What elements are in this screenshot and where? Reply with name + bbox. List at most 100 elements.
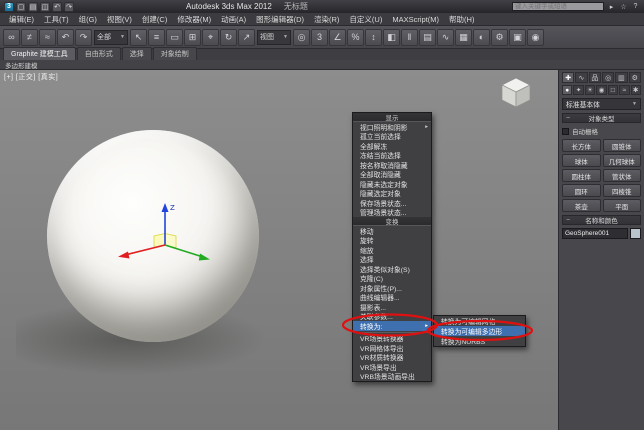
spinner-snap-icon[interactable]: ↕	[365, 29, 382, 46]
tab-selection[interactable]: 选择	[122, 47, 152, 60]
render-setup-icon[interactable]: ⚙	[491, 29, 508, 46]
redo-icon[interactable]: ↷	[64, 2, 74, 12]
mirror-icon[interactable]: ◧	[383, 29, 400, 46]
tab-modify[interactable]: ∿	[575, 72, 587, 83]
menu-item-vray-scene-export[interactable]: VR场景导出	[353, 362, 431, 372]
rendered-frame-icon[interactable]: ▣	[509, 29, 526, 46]
menu-graph-editors[interactable]: 图形编辑器(D)	[251, 14, 309, 25]
cylinder-button[interactable]: 圆柱体	[562, 169, 601, 182]
tab-display[interactable]: ▥	[615, 72, 627, 83]
menu-item-scale[interactable]: 缩放	[353, 245, 431, 255]
dope-sheet-icon[interactable]: ▦	[455, 29, 472, 46]
menu-item-convert-editable-poly[interactable]: 转换为可编辑多边形	[434, 326, 525, 336]
subtab-space-warps[interactable]: ≈	[619, 85, 629, 95]
menu-item-unfreeze-all[interactable]: 全部解冻	[353, 141, 431, 151]
subtab-shapes[interactable]: ✦	[573, 85, 583, 95]
window-crossing-icon[interactable]: ⊞	[184, 29, 201, 46]
torus-button[interactable]: 圆环	[562, 184, 601, 197]
viewport[interactable]: [+] [正交] [真实] Z	[0, 70, 558, 430]
plane-button[interactable]: 平面	[603, 199, 642, 212]
menu-group[interactable]: 组(G)	[74, 14, 102, 25]
menu-maxscript[interactable]: MAXScript(M)	[387, 15, 444, 24]
material-editor-icon[interactable]: ◐	[473, 29, 490, 46]
use-center-icon[interactable]: ◎	[293, 29, 310, 46]
viewcube[interactable]	[498, 74, 534, 110]
menu-create[interactable]: 创建(C)	[137, 14, 172, 25]
transform-gizmo[interactable]: Z	[95, 200, 235, 285]
tab-graphite-modeling[interactable]: Graphite 建模工具	[3, 47, 76, 60]
tube-button[interactable]: 管状体	[603, 169, 642, 182]
object-name-field[interactable]: GeoSphere001	[562, 228, 628, 239]
box-button[interactable]: 长方体	[562, 139, 601, 152]
menu-item-unhide-all[interactable]: 全部取消隐藏	[353, 170, 431, 180]
menu-item-viewport-lighting[interactable]: 视口照明和阴影 ▸	[353, 122, 431, 132]
category-dropdown[interactable]: 标准基本体 ▼	[562, 98, 641, 110]
select-link-icon[interactable]: ∞	[3, 29, 20, 46]
menu-edit[interactable]: 编辑(E)	[4, 14, 39, 25]
selection-region-icon[interactable]: ▭	[166, 29, 183, 46]
tab-create[interactable]: ✚	[562, 72, 574, 83]
menu-item-hide-unselected[interactable]: 隐藏未选定对象	[353, 179, 431, 189]
menu-item-curve-editor[interactable]: 曲线编辑器...	[353, 293, 431, 303]
geosphere-button[interactable]: 几何球体	[603, 154, 642, 167]
selection-filter-dropdown[interactable]: 全部 ▼	[94, 30, 128, 45]
object-type-rollout-header[interactable]: − 对象类型	[562, 113, 641, 123]
polygon-modeling-panel-label[interactable]: 多边形建模	[5, 60, 38, 70]
unlink-icon[interactable]: ≠	[21, 29, 38, 46]
menu-rendering[interactable]: 渲染(R)	[309, 14, 344, 25]
search-input[interactable]	[512, 2, 604, 11]
app-logo[interactable]: 3	[4, 2, 14, 12]
select-by-name-icon[interactable]: ≡	[148, 29, 165, 46]
menu-item-vray-material-converter[interactable]: VR材质转换器	[353, 353, 431, 363]
menu-item-vray-scene-converter[interactable]: VR场景转换器	[353, 334, 431, 344]
menu-item-wire-parameters[interactable]: 关联参数...	[353, 312, 431, 322]
bind-spacewarp-icon[interactable]: ≈	[39, 29, 56, 46]
undo-icon[interactable]: ↶	[57, 29, 74, 46]
menu-item-vray-scene-anim-export[interactable]: VRB场景动画导出	[353, 372, 431, 382]
menu-help[interactable]: 帮助(H)	[444, 14, 479, 25]
menu-item-isolate-selection[interactable]: 孤立当前选择	[353, 132, 431, 142]
select-scale-icon[interactable]: ↗	[238, 29, 255, 46]
menu-tools[interactable]: 工具(T)	[39, 14, 74, 25]
curve-editor-icon[interactable]: ∿	[437, 29, 454, 46]
menu-item-move[interactable]: 移动	[353, 226, 431, 236]
menu-animation[interactable]: 动画(A)	[216, 14, 251, 25]
open-file-icon[interactable]: ▤	[28, 2, 38, 12]
star-icon[interactable]: ☆	[619, 3, 628, 11]
menu-item-save-scene-state[interactable]: 保存场景状态...	[353, 198, 431, 208]
subtab-helpers[interactable]: □	[608, 85, 618, 95]
menu-item-clone[interactable]: 克隆(C)	[353, 274, 431, 284]
new-file-icon[interactable]: ▢	[16, 2, 26, 12]
menu-item-hide-selection[interactable]: 隐藏选定对象	[353, 189, 431, 199]
tab-hierarchy[interactable]: 品	[589, 72, 601, 83]
menu-modifiers[interactable]: 修改器(M)	[172, 14, 216, 25]
menu-item-select-similar[interactable]: 选择类似对象(S)	[353, 264, 431, 274]
subtab-lights[interactable]: ☀	[585, 85, 595, 95]
cone-button[interactable]: 圆锥体	[603, 139, 642, 152]
tab-motion[interactable]: ◎	[602, 72, 614, 83]
menu-item-select[interactable]: 选择	[353, 255, 431, 265]
layer-manager-icon[interactable]: ▤	[419, 29, 436, 46]
name-color-rollout-header[interactable]: − 名称和颜色	[562, 215, 641, 225]
tab-utilities[interactable]: ⚙	[629, 72, 641, 83]
search-go-icon[interactable]: ▸	[607, 3, 616, 11]
align-icon[interactable]: ‖	[401, 29, 418, 46]
quad-header-display[interactable]: 显示	[353, 113, 431, 122]
subtab-cameras[interactable]: ◉	[596, 85, 606, 95]
teapot-button[interactable]: 茶壶	[562, 199, 601, 212]
autogrid-checkbox[interactable]	[562, 128, 569, 135]
tab-freeform[interactable]: 自由形式	[77, 47, 121, 60]
render-icon[interactable]: ◉	[527, 29, 544, 46]
redo-icon[interactable]: ↷	[75, 29, 92, 46]
help-icon[interactable]: ?	[631, 3, 640, 10]
quad-header-transform[interactable]: 变换	[353, 217, 431, 226]
menu-item-dope-sheet[interactable]: 摄影表...	[353, 302, 431, 312]
percent-snap-icon[interactable]: %	[347, 29, 364, 46]
subtab-geometry[interactable]: ●	[562, 85, 572, 95]
sphere-button[interactable]: 球体	[562, 154, 601, 167]
menu-customize[interactable]: 自定义(U)	[344, 14, 387, 25]
select-rotate-icon[interactable]: ↻	[220, 29, 237, 46]
menu-item-rotate[interactable]: 旋转	[353, 236, 431, 246]
menu-item-object-properties[interactable]: 对象属性(P)...	[353, 283, 431, 293]
tab-object-paint[interactable]: 对象绘制	[153, 47, 197, 60]
